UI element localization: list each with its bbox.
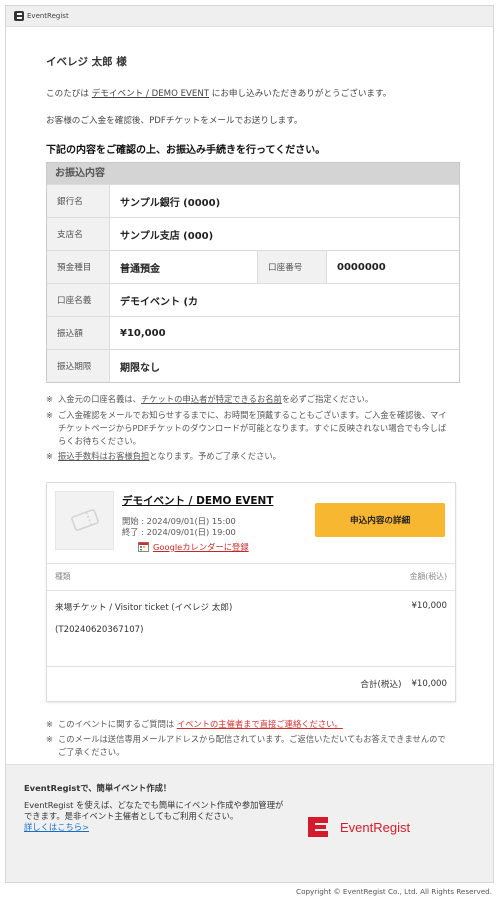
note-item: ※ このイベントに関するご質問は イベントの主催者まで直接ご連絡ください。	[46, 718, 453, 731]
bank-row: 振込期限 期限なし	[47, 349, 459, 383]
payment-notes: ※ 入金元の口座名義は、チケットの申込者が特定できるお名前を必ずご指定ください。…	[46, 393, 453, 463]
note1-emphasis: チケットの申込者が特定できるお名前	[140, 394, 282, 405]
col-type-header: 種類	[55, 572, 71, 582]
intro-prefix: このたびは	[46, 89, 92, 99]
calendar-icon	[138, 542, 149, 553]
bank-name-value: サンプル銀行 (0000)	[120, 197, 221, 209]
note2-text: ご入金確認をメールでお知らせするまでに、お時間を頂戴することもございます。ご入金…	[58, 409, 447, 447]
learn-more-link[interactable]: 詳しくはこちら>	[24, 822, 284, 833]
ticket-total-row: 合計(税込) ¥10,000	[47, 665, 455, 701]
bank-row: 口座名義 デモイベント (カ	[47, 283, 459, 317]
copyright-text: Copyright © EventRegist Co., Ltd. All Ri…	[296, 887, 492, 896]
ticket-placeholder-icon	[70, 509, 99, 532]
google-calendar-link[interactable]: Googleカレンダーに登録	[138, 541, 291, 553]
contact-organizer-link[interactable]: イベントの主催者まで直接ご連絡ください。	[177, 719, 343, 729]
promo-footer: EventRegistで、簡単イベント作成！ EventRegist を使えば、…	[6, 764, 493, 882]
event-end: 終了 : 2024/09/01(日) 19:00	[122, 527, 236, 538]
account-holder-value: デモイベント (カ	[120, 296, 199, 308]
intro-suffix: にお申し込みいただきありがとうございます。	[209, 89, 392, 99]
header-logo: EventRegist	[14, 11, 69, 21]
branch-label: 支店名	[47, 218, 110, 251]
account-holder-label: 口座名義	[47, 284, 110, 317]
bank-row: 振込額 ¥10,000	[47, 316, 459, 350]
col-amount-header: 金額(税込)	[409, 572, 447, 582]
amount-label: 振込額	[47, 317, 110, 350]
eventregist-logo-icon	[14, 11, 24, 21]
intro-text: このたびは デモイベント / DEMO EVENT にお申し込みいただきありがと…	[46, 89, 453, 99]
note3-emphasis: 振込手数料はお客様負担	[58, 451, 150, 462]
account-number-value: 0000000	[337, 261, 386, 273]
account-type-value: 普通預金	[120, 263, 160, 275]
note-item: ※ このメールは送信専用メールアドレスから配信されています。ご返信いただいてもお…	[46, 733, 453, 760]
intro-text-2: お客様のご入金を確認後、PDFチケットをメールでお送りします。	[46, 116, 303, 127]
ticket-name: 来場チケット / Visitor ticket (イベレジ 太郎)	[55, 602, 233, 613]
amount-value: ¥10,000	[120, 327, 166, 339]
instruction-text: 下記の内容をご確認の上、お振込み手続きを行ってください。	[46, 145, 326, 157]
bank-name-label: 銀行名	[47, 185, 110, 218]
event-start: 開始 : 2024/09/01(日) 15:00	[122, 515, 236, 526]
total-value: ¥10,000	[411, 678, 447, 689]
ticket-row: 来場チケット / Visitor ticket (イベレジ 太郎) ¥10,00…	[47, 589, 455, 666]
bank-row: 銀行名 サンプル銀行 (0000)	[47, 184, 459, 218]
event-link[interactable]: デモイベント / DEMO EVENT	[92, 89, 209, 99]
note-mark: ※	[46, 409, 53, 420]
brand-name: EventRegist	[340, 819, 411, 835]
send-only-notice: このメールは送信専用メールアドレスから配信されています。ご返信いただいてもお答え…	[58, 733, 446, 758]
deadline-value: 期限なし	[120, 362, 160, 374]
note1-prefix: 入金元の口座名義は、	[58, 394, 141, 405]
deadline-label: 振込期限	[47, 350, 110, 383]
question-prefix: このイベントに関するご質問は	[58, 718, 177, 729]
promo-title: EventRegistで、簡単イベント作成！	[24, 783, 172, 793]
eventregist-brand-logo[interactable]: EventRegist	[304, 813, 410, 841]
note3-suffix: となります。予めご了承ください。	[149, 451, 281, 462]
promo-body: EventRegist を使えば、どなたでも簡単にイベント作成や参加管理ができま…	[24, 799, 284, 821]
order-detail-button[interactable]: 申込内容の詳細	[315, 502, 445, 537]
account-number-label: 口座番号	[257, 251, 327, 284]
event-title[interactable]: デモイベント / DEMO EVENT	[122, 493, 291, 508]
note-mark: ※	[46, 718, 53, 729]
note-mark: ※	[46, 733, 53, 744]
account-type-label: 預金種目	[47, 251, 110, 284]
greeting: イベレジ 太郎 様	[46, 56, 127, 68]
top-bar: EventRegist	[6, 6, 493, 27]
header-logo-text: EventRegist	[27, 12, 69, 20]
ticket-id: (T20240620367107)	[55, 624, 144, 635]
note-mark: ※	[46, 394, 53, 405]
bank-transfer-table: お振込内容 銀行名 サンプル銀行 (0000) 支店名 サンプル支店 (000)…	[46, 162, 460, 384]
note1-suffix: を必ずご指定ください。	[281, 394, 374, 405]
ticket-table-header: 種類 金額(税込)	[47, 562, 455, 590]
bank-row: 預金種目 普通預金 口座番号 0000000	[47, 250, 459, 284]
note-item: ※ ご入金確認をメールでお知らせするまでに、お時間を頂戴することもございます。ご…	[46, 409, 453, 449]
bank-row: 支店名 サンプル支店 (000)	[47, 217, 459, 251]
eventregist-mark-icon	[308, 817, 328, 837]
event-dates: 開始 : 2024/09/01(日) 15:00 終了 : 2024/09/01…	[122, 516, 291, 539]
note-mark: ※	[46, 451, 53, 462]
event-thumbnail	[55, 490, 114, 550]
branch-value: サンプル支店 (000)	[120, 230, 214, 242]
note-item: ※ 振込手数料はお客様負担となります。予めご了承ください。	[46, 450, 453, 463]
bank-table-title: お振込内容	[47, 163, 459, 185]
email-frame: EventRegist イベレジ 太郎 様 このたびは デモイベント / DEM…	[5, 5, 494, 883]
total-label: 合計(税込)	[360, 679, 402, 690]
contact-notes: ※ このイベントに関するご質問は イベントの主催者まで直接ご連絡ください。 ※ …	[46, 718, 453, 760]
note-item: ※ 入金元の口座名義は、チケットの申込者が特定できるお名前を必ずご指定ください。	[46, 393, 453, 406]
event-card: デモイベント / DEMO EVENT 開始 : 2024/09/01(日) 1…	[46, 481, 456, 702]
ticket-price: ¥10,000	[411, 600, 447, 611]
google-calendar-label: Googleカレンダーに登録	[153, 541, 249, 552]
